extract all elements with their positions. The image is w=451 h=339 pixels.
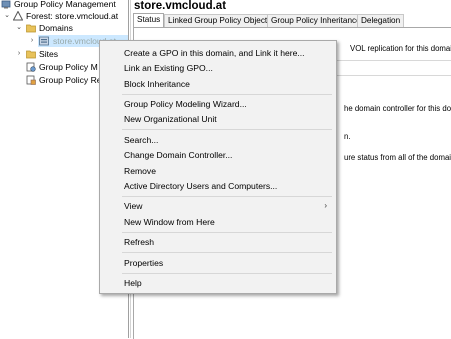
- gp-results-icon: [26, 75, 36, 85]
- menu-item-label: Help: [124, 278, 142, 288]
- tree-item-forest[interactable]: ⌄ Forest: store.vmcloud.at: [0, 10, 128, 22]
- menu-item-aduc[interactable]: Active Directory Users and Computers...: [100, 179, 336, 193]
- tree-item-label: Group Policy M: [39, 62, 98, 72]
- tab-status[interactable]: Status: [133, 13, 165, 28]
- gpm-console-icon: [1, 0, 11, 9]
- submenu-arrow-icon: ›: [324, 201, 327, 210]
- menu-item-label: Refresh: [124, 237, 155, 247]
- menu-item-label: View: [124, 201, 143, 211]
- menu-item-label: Create a GPO in this domain, and Link it…: [124, 48, 305, 58]
- tab-gp-inheritance[interactable]: Group Policy Inheritance: [267, 14, 365, 27]
- menu-separator: [122, 273, 332, 274]
- tree-item-label: Domains: [39, 23, 73, 33]
- chevron-right-icon[interactable]: ›: [15, 48, 23, 60]
- menu-item-properties[interactable]: Properties: [100, 256, 336, 270]
- forest-icon: [12, 10, 24, 21]
- menu-separator: [122, 196, 332, 197]
- tab-linked-gpos[interactable]: Linked Group Policy Objects: [164, 14, 276, 27]
- sites-icon: [26, 49, 36, 59]
- status-text-line: he domain controller for this doma: [344, 104, 451, 113]
- divider: [337, 60, 451, 61]
- tree-item-label: Forest: store.vmcloud.at: [26, 11, 119, 21]
- menu-item-block-inheritance[interactable]: Block Inheritance: [100, 77, 336, 91]
- menu-separator: [122, 94, 332, 95]
- menu-item-label: Search...: [124, 135, 159, 145]
- page-title: store.vmcloud.at: [134, 0, 227, 12]
- menu-item-search[interactable]: Search...: [100, 133, 336, 147]
- chevron-down-icon[interactable]: ⌄: [3, 10, 11, 22]
- menu-item-label: Link an Existing GPO...: [124, 63, 213, 73]
- tree-item-label: Group Policy Re: [39, 75, 102, 85]
- menu-item-new-window[interactable]: New Window from Here: [100, 215, 336, 229]
- menu-separator: [122, 129, 332, 130]
- divider: [337, 75, 451, 76]
- menu-item-link-existing-gpo[interactable]: Link an Existing GPO...: [100, 61, 336, 75]
- status-text-line: VOL replication for this domain as it: [350, 44, 451, 53]
- tree-item-label: Sites: [39, 49, 59, 59]
- status-text-line: n.: [344, 132, 351, 141]
- status-text-line: ure status from all of the domain con: [344, 153, 451, 162]
- gp-modeling-icon: [26, 62, 36, 72]
- menu-item-view[interactable]: View ›: [100, 199, 336, 213]
- menu-item-label: New Organizational Unit: [124, 114, 217, 124]
- folder-icon: [26, 23, 36, 33]
- menu-item-label: Change Domain Controller...: [124, 150, 233, 160]
- menu-item-label: Group Policy Modeling Wizard...: [124, 99, 247, 109]
- menu-item-label: Block Inheritance: [124, 79, 190, 89]
- menu-item-remove[interactable]: Remove: [100, 164, 336, 178]
- menu-item-gp-modeling-wizard[interactable]: Group Policy Modeling Wizard...: [100, 97, 336, 111]
- menu-separator: [122, 232, 332, 233]
- menu-item-refresh[interactable]: Refresh: [100, 235, 336, 249]
- chevron-down-icon[interactable]: ⌄: [15, 22, 23, 34]
- menu-item-help[interactable]: Help: [100, 276, 336, 290]
- menu-item-label: Properties: [124, 258, 164, 268]
- menu-item-label: New Window from Here: [124, 217, 215, 227]
- tree-item-group-policy-management[interactable]: Group Policy Management: [0, 0, 128, 10]
- tree-item-domains[interactable]: ⌄ Domains: [0, 22, 128, 34]
- domain-icon: [39, 36, 49, 46]
- menu-item-change-dc[interactable]: Change Domain Controller...: [100, 148, 336, 162]
- tree-item-label: Group Policy Management: [14, 0, 116, 9]
- menu-item-new-ou[interactable]: New Organizational Unit: [100, 112, 336, 126]
- chevron-right-icon[interactable]: ›: [28, 35, 36, 47]
- menu-item-create-gpo[interactable]: Create a GPO in this domain, and Link it…: [100, 46, 336, 60]
- menu-item-label: Remove: [124, 166, 156, 176]
- menu-item-label: Active Directory Users and Computers...: [124, 181, 278, 191]
- context-menu: Create a GPO in this domain, and Link it…: [99, 40, 337, 294]
- menu-separator: [122, 252, 332, 253]
- tab-delegation[interactable]: Delegation: [357, 14, 405, 27]
